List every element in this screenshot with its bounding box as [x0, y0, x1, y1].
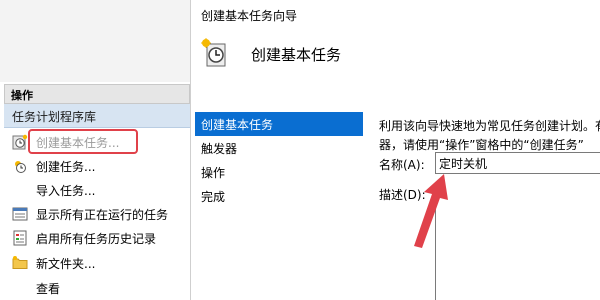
folder-icon: [12, 255, 28, 271]
action-label: 导入任务...: [36, 183, 96, 198]
action-enable-history[interactable]: 启用所有任务历史记录: [4, 226, 190, 250]
step-trigger[interactable]: 触发器: [195, 136, 363, 160]
description-textarea[interactable]: [435, 182, 600, 300]
create-basic-task-wizard: 创建基本任务向导 创建基本任务 创建基本任务 触发器 操作 完成 利用该向导快速…: [190, 0, 600, 300]
action-show-running[interactable]: 显示所有正在运行的任务: [4, 202, 190, 226]
action-create-task[interactable]: 创建任务...: [4, 154, 190, 178]
action-label: 显示所有正在运行的任务: [36, 207, 169, 222]
history-log-icon: [12, 230, 28, 246]
clock-task-icon: [12, 134, 28, 150]
step-action[interactable]: 操作: [195, 160, 363, 184]
annotation-arrow: [414, 174, 448, 248]
actions-pane-top: [0, 0, 190, 82]
wizard-description: 利用该向导快速地为常见任务创建计划。有 器，请使用“操作”窗格中的“创建任务”: [379, 117, 600, 155]
description-line: 利用该向导快速地为常见任务创建计划。有: [379, 119, 600, 133]
wizard-steps: 创建基本任务 触发器 操作 完成: [195, 112, 363, 300]
action-label: 查看: [36, 281, 61, 296]
step-finish[interactable]: 完成: [195, 184, 363, 208]
blank-icon: [12, 182, 28, 198]
action-import-task[interactable]: 导入任务...: [4, 178, 190, 202]
library-subheader[interactable]: 任务计划程序库: [4, 104, 190, 128]
action-label: 启用所有任务历史记录: [36, 231, 157, 246]
actions-pane: 操作 任务计划程序库 创建基本任务... 创建任务... 导入任务... 显示所…: [0, 0, 190, 300]
action-label: 新文件夹...: [36, 256, 96, 271]
task-clock-icon: [201, 38, 227, 68]
step-create-basic-task[interactable]: 创建基本任务: [195, 112, 363, 136]
actions-header: 操作: [4, 84, 190, 104]
name-input[interactable]: 定时关机: [435, 152, 600, 174]
action-view[interactable]: 查看: [4, 276, 190, 300]
title-bar: 创建基本任务向导: [191, 0, 600, 30]
window-title: 创建基本任务向导: [201, 9, 298, 23]
action-label: 创建任务...: [36, 159, 96, 174]
blank-icon: [12, 280, 28, 296]
highlight-annotation: [28, 129, 138, 154]
clock-sun-icon: [12, 158, 28, 174]
wizard-heading: 创建基本任务: [251, 46, 342, 64]
running-tasks-icon: [12, 206, 28, 222]
action-new-folder[interactable]: 新文件夹...: [4, 251, 190, 275]
